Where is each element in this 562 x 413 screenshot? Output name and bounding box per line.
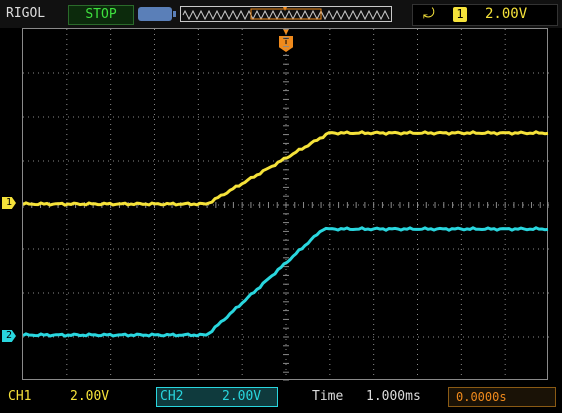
ch2-scale: 2.00V: [222, 389, 262, 404]
bottom-status-bar: CH1 2.00V CH2 2.00V Time 1.000ms 0.0000s: [0, 382, 562, 413]
ch2-label[interactable]: CH2: [160, 388, 183, 406]
memory-waveform-icon: [182, 7, 390, 21]
trigger-position-value: 0.0000s: [456, 390, 507, 404]
ch1-scale: 2.00V: [70, 389, 110, 404]
timebase-scale[interactable]: 1.000ms: [366, 388, 421, 406]
brand-label: RIGOL: [6, 6, 46, 21]
ch1-label[interactable]: CH1: [8, 388, 31, 406]
trigger-info-panel[interactable]: ⤾ 1 2.00V: [412, 4, 558, 26]
trigger-source-badge: 1: [453, 7, 467, 22]
grid-canvas: [23, 29, 549, 381]
waveform-grid: [22, 28, 549, 381]
battery-icon: [138, 7, 176, 21]
rising-edge-icon: ⤾: [423, 6, 435, 22]
run-status-badge[interactable]: STOP: [68, 5, 134, 25]
ch1-ground-marker[interactable]: 1: [2, 197, 16, 209]
trigger-level-value: 2.00V: [485, 6, 528, 22]
memory-depth-bar: [180, 6, 392, 22]
ch2-ground-marker[interactable]: 2: [2, 330, 16, 342]
top-status-bar: RIGOL STOP ⤾ 1 2.00V: [0, 0, 562, 28]
timebase-label: Time: [312, 389, 344, 404]
oscilloscope-screen: RIGOL STOP ⤾ 1 2.00V T 1 2 CH1 2.00V CH2…: [0, 0, 562, 413]
